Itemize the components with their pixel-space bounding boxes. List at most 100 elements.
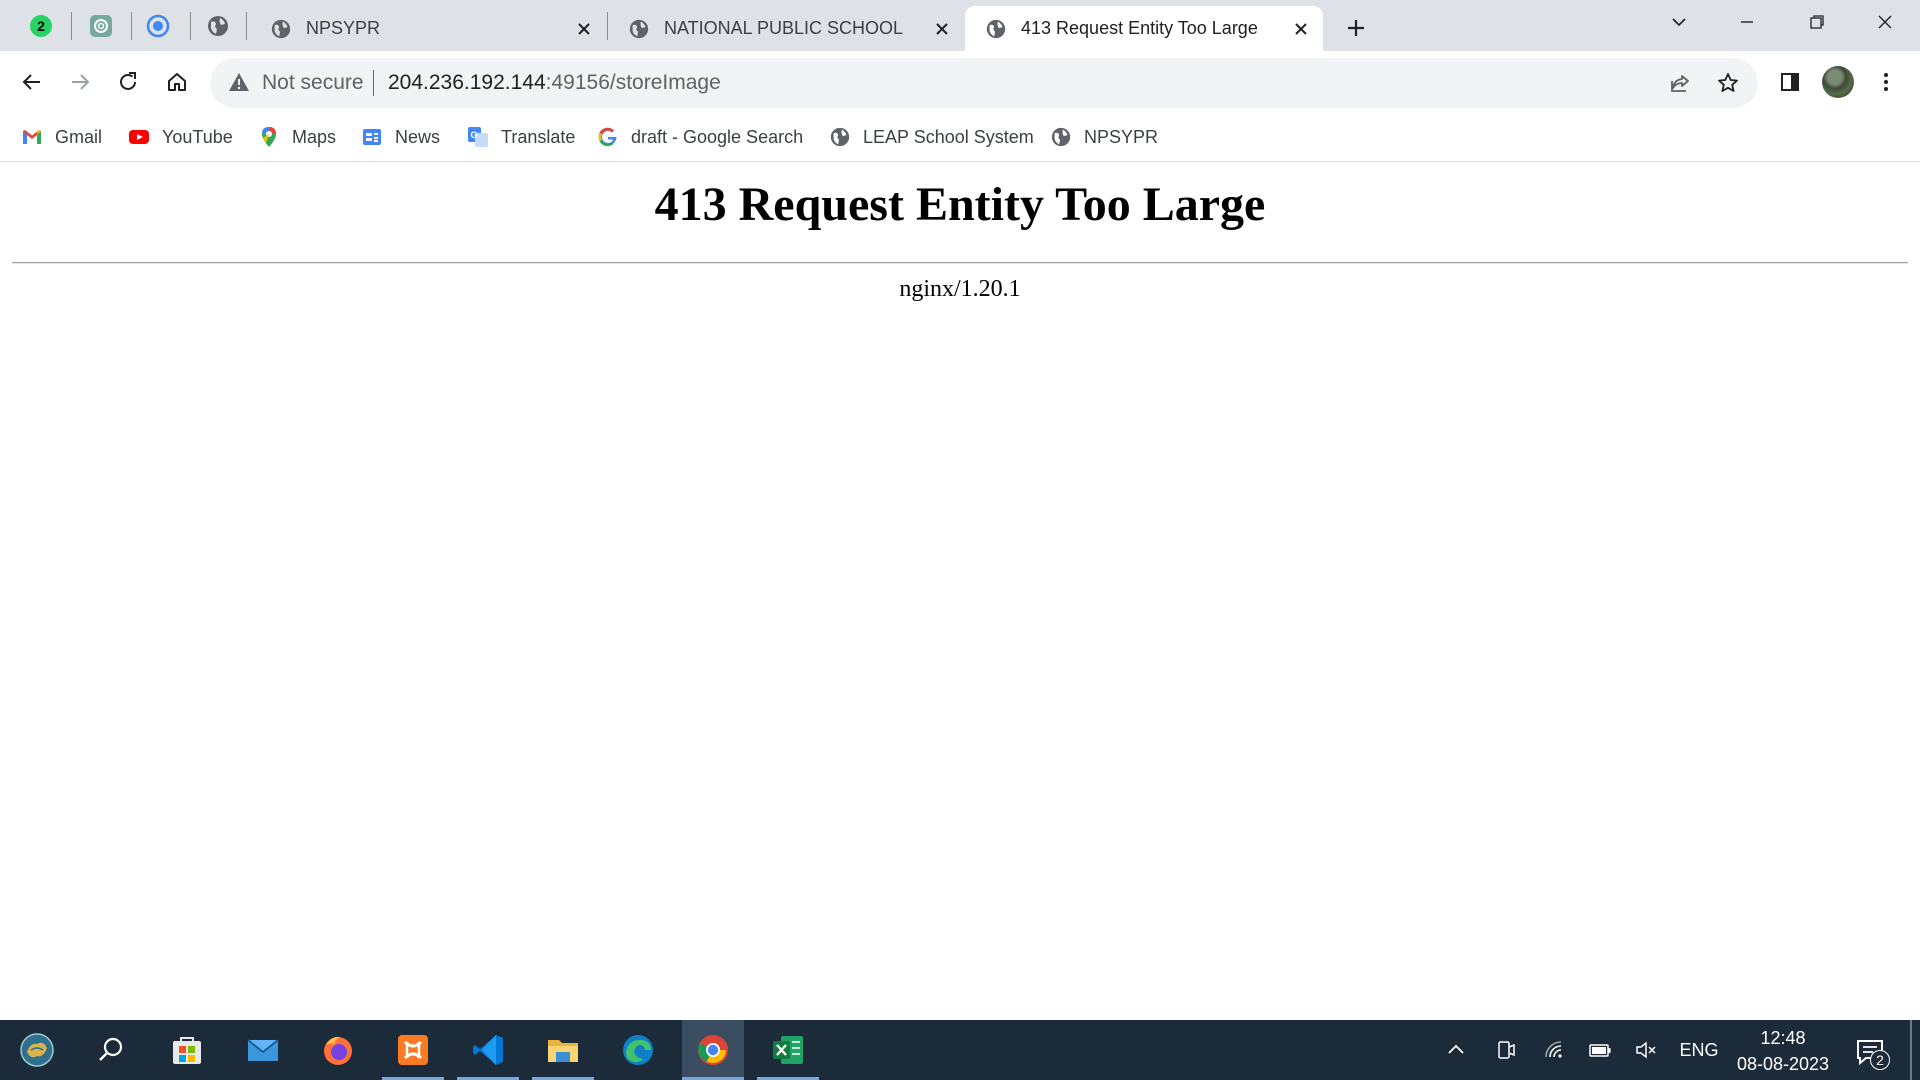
server-signature: nginx/1.20.1 [899, 276, 1021, 302]
bookmark-npsypr[interactable]: NPSYPR [1050, 122, 1158, 152]
more-vert-icon [1884, 73, 1888, 91]
taskbar-xampp[interactable] [382, 1020, 444, 1080]
bookmark-maps[interactable]: Maps [258, 122, 336, 152]
system-clock[interactable]: 12:48 08-08-2023 [1728, 1025, 1838, 1077]
xampp-icon [398, 1035, 428, 1065]
tab-close-button[interactable] [928, 15, 956, 43]
side-panel-button[interactable] [1770, 62, 1810, 102]
wifi-icon [1545, 1041, 1562, 1058]
chevron-up-icon [1448, 1044, 1464, 1054]
whatsapp-icon: 2 [30, 15, 52, 37]
maps-icon [262, 127, 276, 147]
taskbar-excel[interactable] [757, 1020, 819, 1080]
taskbar-firefox[interactable] [307, 1020, 369, 1080]
browser-toolbar: Not secure 204.236.192.144:49156/storeIm… [0, 51, 1920, 114]
gmail-icon [23, 130, 41, 144]
taskbar-vscode[interactable] [457, 1020, 519, 1080]
taskbar-chrome[interactable] [682, 1020, 744, 1080]
arrow-right-icon [72, 74, 90, 90]
bookmark-label: Gmail [55, 126, 103, 147]
security-status[interactable]: Not secure [262, 71, 364, 95]
tray-device[interactable] [1490, 1020, 1522, 1080]
tray-overflow-button[interactable] [1440, 1020, 1472, 1080]
tab-npsypr[interactable]: NPSYPR [250, 6, 606, 51]
device-icon [1498, 1041, 1515, 1059]
tab-separator [71, 12, 72, 40]
bookmark-label: draft - Google Search [631, 126, 804, 147]
clock-date: 08-08-2023 [1736, 1054, 1830, 1074]
tab-close-button[interactable] [570, 15, 598, 43]
restore-button[interactable] [1782, 0, 1852, 44]
tab-national-public-school[interactable]: NATIONAL PUBLIC SCHOOL [608, 6, 964, 51]
show-desktop-button[interactable] [1910, 1020, 1912, 1080]
restore-icon [1810, 15, 1824, 29]
pinned-tab-remote[interactable] [134, 8, 182, 44]
globe-icon [629, 19, 649, 38]
back-button[interactable] [12, 62, 52, 102]
globe-icon [1051, 127, 1071, 147]
home-button[interactable] [157, 62, 197, 102]
firefox-icon [324, 1036, 352, 1065]
taskbar-store[interactable] [156, 1020, 218, 1080]
bookmark-label: Maps [292, 126, 337, 147]
tab-search-button[interactable] [1644, 0, 1714, 44]
bookmark-star-button[interactable] [1714, 69, 1742, 97]
tab-413-error[interactable]: 413 Request Entity Too Large [965, 6, 1323, 51]
pinned-tab-chatgpt[interactable] [77, 8, 125, 44]
reload-button[interactable] [108, 62, 148, 102]
minimize-button[interactable] [1712, 0, 1782, 44]
url-host: 204.236.192.144 [388, 71, 546, 94]
warning-icon[interactable] [228, 71, 250, 93]
close-icon [1878, 15, 1892, 29]
tab-close-button[interactable] [1287, 15, 1315, 43]
close-window-button[interactable] [1850, 0, 1920, 44]
tab-title: 413 Request Entity Too Large [1021, 18, 1258, 38]
tab-separator [246, 12, 247, 40]
forward-button[interactable] [60, 62, 100, 102]
windows-taskbar: ENG 12:48 08-08-2023 2 [0, 1020, 1920, 1080]
bookmark-youtube[interactable]: YouTube [128, 122, 233, 152]
tray-language[interactable]: ENG [1676, 1020, 1722, 1080]
address-bar[interactable]: Not secure 204.236.192.144:49156/storeIm… [210, 58, 1758, 108]
taskbar-mail[interactable] [232, 1020, 294, 1080]
tab-strip: 2 NPSYPR NATIONAL PUBLIC SCHOOL 413 Requ… [0, 0, 1920, 51]
bookmark-news[interactable]: News [361, 122, 440, 152]
star-icon [1718, 73, 1738, 92]
profile-avatar[interactable] [1822, 66, 1854, 98]
pinned-tab-whatsapp[interactable]: 2 [17, 8, 65, 44]
clock-time: 12:48 [1760, 1028, 1806, 1048]
bookmark-gmail[interactable]: Gmail [21, 122, 102, 152]
bookmark-translate[interactable]: G Translate [467, 122, 575, 152]
new-tab-button[interactable] [1338, 10, 1374, 46]
share-button[interactable] [1666, 69, 1694, 97]
close-icon [1295, 22, 1307, 35]
pinned-tab-globe[interactable] [194, 8, 242, 44]
start-button[interactable] [6, 1020, 68, 1080]
url-text[interactable]: 204.236.192.144:49156/storeImage [388, 71, 721, 95]
news-icon [363, 129, 381, 145]
search-button[interactable] [80, 1020, 142, 1080]
taskbar-edge[interactable] [607, 1020, 669, 1080]
vscode-icon [473, 1035, 503, 1065]
tray-battery[interactable] [1584, 1020, 1616, 1080]
tray-volume[interactable] [1630, 1020, 1662, 1080]
youtube-icon [129, 130, 149, 144]
tray-wifi[interactable] [1538, 1020, 1570, 1080]
chrome-menu-button[interactable] [1866, 62, 1906, 102]
notification-count: 2 [1870, 1050, 1890, 1070]
bookmark-leap-school[interactable]: LEAP School System [829, 122, 1034, 152]
share-icon [1671, 75, 1689, 92]
bookmark-label: Translate [501, 126, 576, 147]
screen: 2 NPSYPR NATIONAL PUBLIC SCHOOL 413 Requ… [0, 0, 1920, 1080]
page-content: 413 Request Entity Too Large nginx/1.20.… [0, 163, 1920, 1020]
globe-icon [830, 127, 850, 147]
svg-text:G: G [470, 130, 477, 140]
side-panel-icon [1781, 73, 1799, 91]
tab-separator [190, 12, 191, 40]
taskbar-file-explorer[interactable] [532, 1020, 594, 1080]
tab-title: NPSYPR [306, 18, 381, 38]
excel-icon [773, 1036, 803, 1064]
bookmark-google-search[interactable]: draft - Google Search [597, 122, 803, 152]
bookmark-label: NPSYPR [1084, 126, 1159, 147]
language-indicator: ENG [1679, 1039, 1719, 1060]
